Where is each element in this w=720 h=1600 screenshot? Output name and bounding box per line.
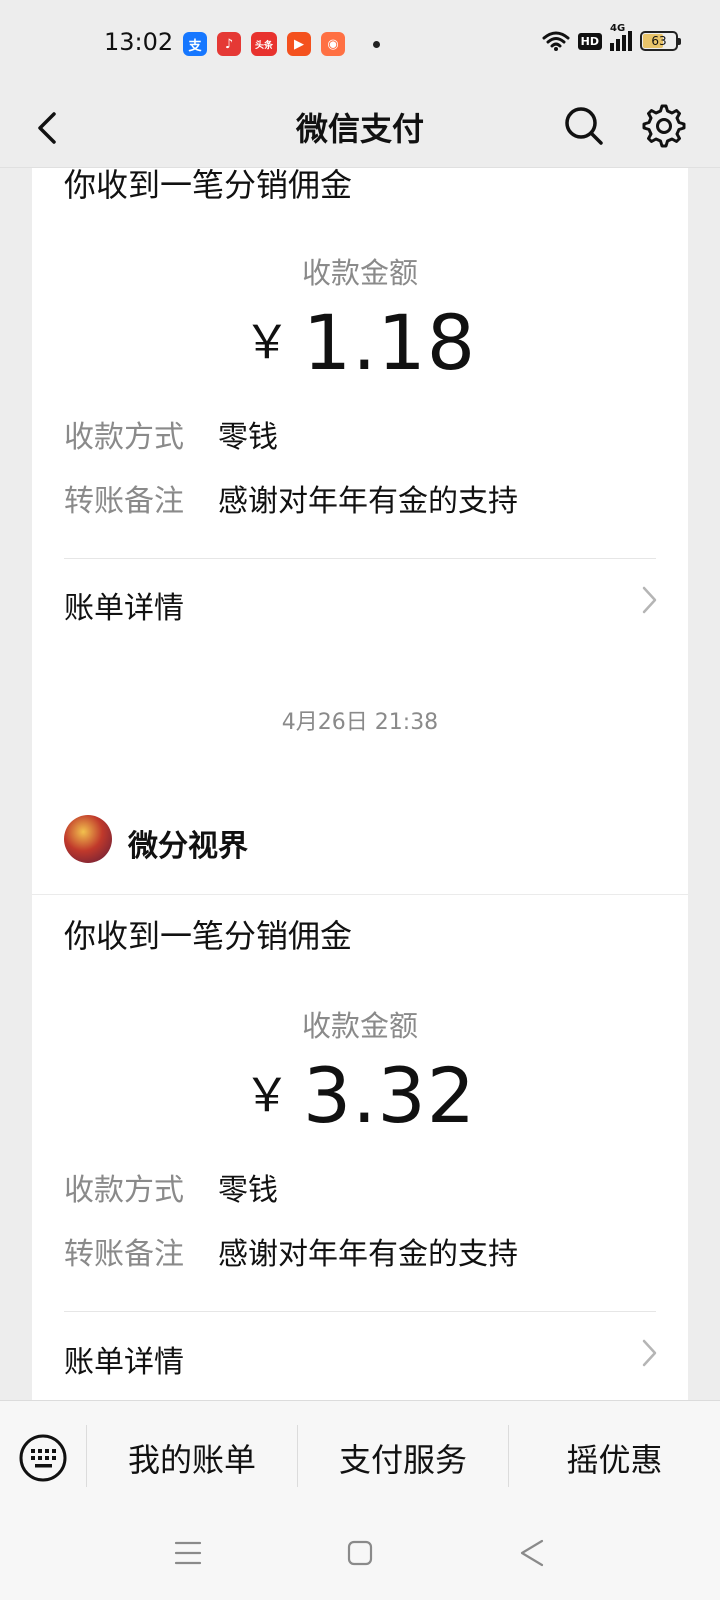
music-icon: ♪ (217, 32, 241, 56)
nav-bar: 微信支付 (0, 88, 720, 168)
gear-icon[interactable] (640, 102, 688, 150)
battery-icon: 63 (640, 31, 681, 51)
menu-my-bills[interactable]: 我的账单 (87, 1435, 297, 1479)
keyboard-icon[interactable] (18, 1433, 68, 1483)
menu-icon[interactable] (168, 1533, 208, 1573)
bill-details-link[interactable]: 账单详情 (64, 1337, 184, 1381)
divider (64, 1311, 656, 1312)
status-bar: 13:02 支 ♪ 头条 ▶ ◉ HD 4G 63 (0, 0, 720, 88)
signal-icon: 4G (610, 23, 632, 51)
alipay-icon: 支 (183, 32, 207, 56)
currency-symbol: ￥ (243, 315, 291, 369)
message-feed[interactable]: 你收到一笔分销佣金 收款金额 ￥ 1.18 收款方式 零钱 转账备注 感谢对年年有… (0, 168, 720, 1400)
status-indicators: HD 4G 63 (542, 23, 681, 52)
hd-badge: HD (577, 32, 602, 50)
merchant-name[interactable]: 微分视界 (128, 821, 248, 865)
merchant-avatar[interactable] (64, 815, 112, 863)
menu-payment-services[interactable]: 支付服务 (298, 1435, 508, 1479)
notification-icons: 支 ♪ 头条 ▶ ◉ (183, 32, 380, 56)
payment-method-label: 收款方式 (64, 420, 184, 455)
payment-method-label: 收款方式 (64, 1173, 184, 1208)
toutiao-icon: 头条 (251, 32, 277, 56)
more-notifications-dot (373, 40, 380, 48)
card-title: 你收到一笔分销佣金 (64, 917, 353, 955)
wifi-icon (542, 31, 570, 51)
currency-symbol: ￥ (243, 1068, 291, 1122)
search-icon[interactable] (560, 102, 608, 150)
merchant-header[interactable]: 微分视界 (32, 783, 688, 895)
bill-details-link[interactable]: 账单详情 (64, 583, 184, 627)
transfer-note-label: 转账备注 (64, 1237, 184, 1272)
network-type: 4G (610, 23, 626, 34)
card-title: 你收到一笔分销佣金 (64, 168, 353, 204)
payment-method-value: 零钱 (218, 420, 278, 455)
back-triangle-icon[interactable] (512, 1533, 552, 1573)
transfer-note-value: 感谢对年年有金的支持 (218, 1237, 518, 1272)
payment-card: 微分视界 你收到一笔分销佣金 收款金额 ￥ 3.32 收款方式 零钱 转账备注 感… (32, 783, 688, 1400)
message-timestamp: 4月26日 21:38 (281, 710, 439, 735)
chevron-right-icon[interactable] (638, 1337, 660, 1369)
chevron-right-icon[interactable] (638, 584, 660, 616)
home-icon[interactable] (340, 1533, 380, 1573)
shopping-icon: ◉ (321, 32, 345, 56)
amount-value: 1.18 (302, 298, 477, 387)
transfer-note-label: 转账备注 (64, 484, 184, 519)
battery-level: 63 (651, 34, 667, 48)
status-time: 13:02 (104, 28, 174, 56)
bottom-menu-bar: 我的账单 支付服务 摇优惠 (0, 1400, 720, 1600)
divider (64, 558, 656, 559)
amount: ￥ 3.32 (32, 1051, 688, 1140)
amount-value: 3.32 (302, 1051, 477, 1140)
video-icon: ▶ (287, 32, 311, 56)
amount-label: 收款金额 (301, 1009, 418, 1043)
transfer-note-value: 感谢对年年有金的支持 (218, 484, 518, 519)
page-title: 微信支付 (295, 110, 424, 148)
payment-method-value: 零钱 (218, 1173, 278, 1208)
amount: ￥ 1.18 (32, 298, 688, 387)
amount-label: 收款金额 (301, 256, 418, 290)
menu-shake-deals[interactable]: 摇优惠 (509, 1435, 720, 1479)
